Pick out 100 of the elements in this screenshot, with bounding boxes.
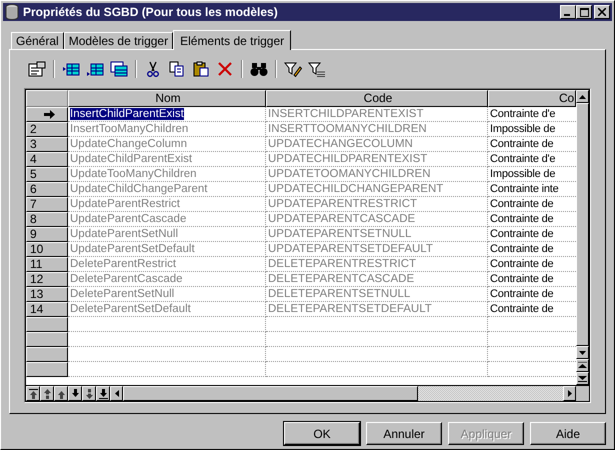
row-number: 7 [30, 198, 37, 211]
tab[interactable]: Eléments de trigger [173, 30, 292, 50]
table-cell: UPDATEPARENTCASCADE [268, 213, 416, 225]
row-number: 14 [30, 303, 44, 316]
row-number: 11 [30, 258, 42, 271]
page-up-button[interactable] [40, 386, 54, 401]
row-header[interactable]: 10 [26, 242, 68, 257]
delete-icon [217, 61, 233, 77]
tab[interactable]: Modèles de trigger [64, 32, 174, 49]
move-bottom-button[interactable] [96, 386, 110, 401]
table-cell: Contrainte de [490, 273, 554, 285]
table-cell: DeleteParentCascade [70, 273, 183, 285]
down-arrow-icon [70, 388, 80, 398]
table-cell: UPDATECHILDPARENTEXIST [268, 153, 428, 165]
binoculars-icon [250, 61, 268, 77]
table-cell: DeleteParentRestrict [70, 258, 176, 270]
table-cell: Contrainte inte [490, 183, 559, 195]
table-cell: InsertTooManyChildren [70, 123, 188, 135]
scroll-thumb[interactable] [576, 103, 589, 346]
scroll-thumb[interactable] [123, 386, 418, 401]
scroll-down-button[interactable] [576, 346, 589, 359]
row-number: 5 [30, 168, 37, 181]
row-header[interactable]: 3 [26, 137, 68, 152]
table-cell: Contrainte de [490, 243, 554, 255]
table-cell: Contrainte de [490, 198, 554, 210]
table-row-icon [86, 61, 104, 77]
table-cell: UpdateChildParentExist [70, 153, 192, 165]
bottom-arrow-icon [578, 375, 587, 382]
dialog-button[interactable]: Aide [530, 422, 606, 445]
column-header[interactable]: Co [488, 90, 576, 107]
table-cell: DeleteParentSetNull [70, 288, 174, 300]
right-arrow-icon [568, 390, 572, 397]
row-header[interactable] [26, 347, 68, 362]
row-header[interactable] [26, 107, 68, 122]
left-arrow-icon [114, 390, 118, 397]
table-cell: INSERTTOOMANYCHILDREN [268, 123, 427, 135]
top-arrow-icon [578, 362, 587, 369]
row-header[interactable]: 8 [26, 212, 68, 227]
up-arrow-icon [579, 94, 586, 98]
dialog-button[interactable]: OK [284, 422, 360, 445]
horizontal-scrollbar[interactable] [110, 386, 576, 401]
close-button[interactable] [594, 5, 610, 19]
row-header[interactable]: 13 [26, 287, 68, 302]
row-header[interactable]: 6 [26, 182, 68, 197]
row-header[interactable]: 12 [26, 272, 68, 287]
up-arrow-icon [56, 388, 66, 398]
table-rows-icon [110, 61, 128, 77]
row-header[interactable]: 11 [26, 257, 68, 272]
column-header[interactable]: Code [266, 90, 488, 107]
filter-pencil-icon [284, 61, 302, 77]
table-cell: Contrainte de [490, 228, 554, 240]
move-down-button[interactable] [68, 386, 82, 401]
row-header[interactable] [26, 317, 68, 332]
properties-icon [28, 61, 46, 77]
dialog-button[interactable]: Annuler [366, 422, 442, 445]
table-cell: UpdateParentSetDefault [70, 243, 195, 255]
row-number: 6 [30, 183, 37, 196]
double-down-arrow-icon [84, 388, 94, 398]
row-number: 4 [30, 153, 37, 166]
minimize-button[interactable] [560, 5, 576, 19]
row-header[interactable] [26, 362, 68, 377]
scroll-left-button[interactable] [110, 386, 123, 401]
table-cell: UPDATETOOMANYCHILDREN [268, 168, 431, 180]
column-header[interactable]: Nom [68, 90, 266, 107]
vertical-scrollbar[interactable] [576, 90, 589, 385]
page-up-button[interactable] [576, 359, 589, 372]
row-number: 13 [30, 288, 44, 301]
scroll-right-button[interactable] [563, 386, 576, 401]
copy-icon [169, 61, 185, 77]
table-cell: Impossible de [490, 168, 556, 180]
table-cell: UpdateTooManyChildren [70, 168, 197, 180]
move-bottom-icon [98, 388, 108, 398]
table-cell: Contrainte de [490, 213, 554, 225]
scroll-up-button[interactable] [576, 90, 589, 103]
row-number: 10 [30, 243, 44, 256]
page-down-button[interactable] [82, 386, 96, 401]
maximize-button[interactable] [576, 5, 592, 19]
row-header[interactable]: 7 [26, 197, 68, 212]
row-number: 9 [30, 228, 37, 241]
close-icon [598, 8, 606, 16]
table-cell: DELETEPARENTSETNULL [268, 288, 410, 300]
row-number: 8 [30, 213, 37, 226]
clipboard-icon [193, 61, 209, 77]
row-header[interactable]: 4 [26, 152, 68, 167]
row-header[interactable]: 9 [26, 227, 68, 242]
window-title: Propriétés du SGBD (Pour tous les modèles) [23, 5, 279, 19]
table-cell: Contrainte de [490, 258, 554, 270]
table-cell: DeleteParentSetDefault [70, 303, 191, 315]
arrow-icon [44, 110, 55, 119]
move-up-button[interactable] [54, 386, 68, 401]
row-header[interactable]: 2 [26, 122, 68, 137]
row-header[interactable] [26, 332, 68, 347]
row-header[interactable]: 14 [26, 302, 68, 317]
table-cell: UpdateParentRestrict [70, 198, 180, 210]
tab[interactable]: Général [11, 32, 64, 49]
row-header[interactable]: 5 [26, 167, 68, 182]
row-number: 12 [30, 273, 44, 286]
move-top-button[interactable] [26, 386, 40, 401]
table-row-icon [62, 61, 80, 77]
page-down-button[interactable] [576, 372, 589, 385]
